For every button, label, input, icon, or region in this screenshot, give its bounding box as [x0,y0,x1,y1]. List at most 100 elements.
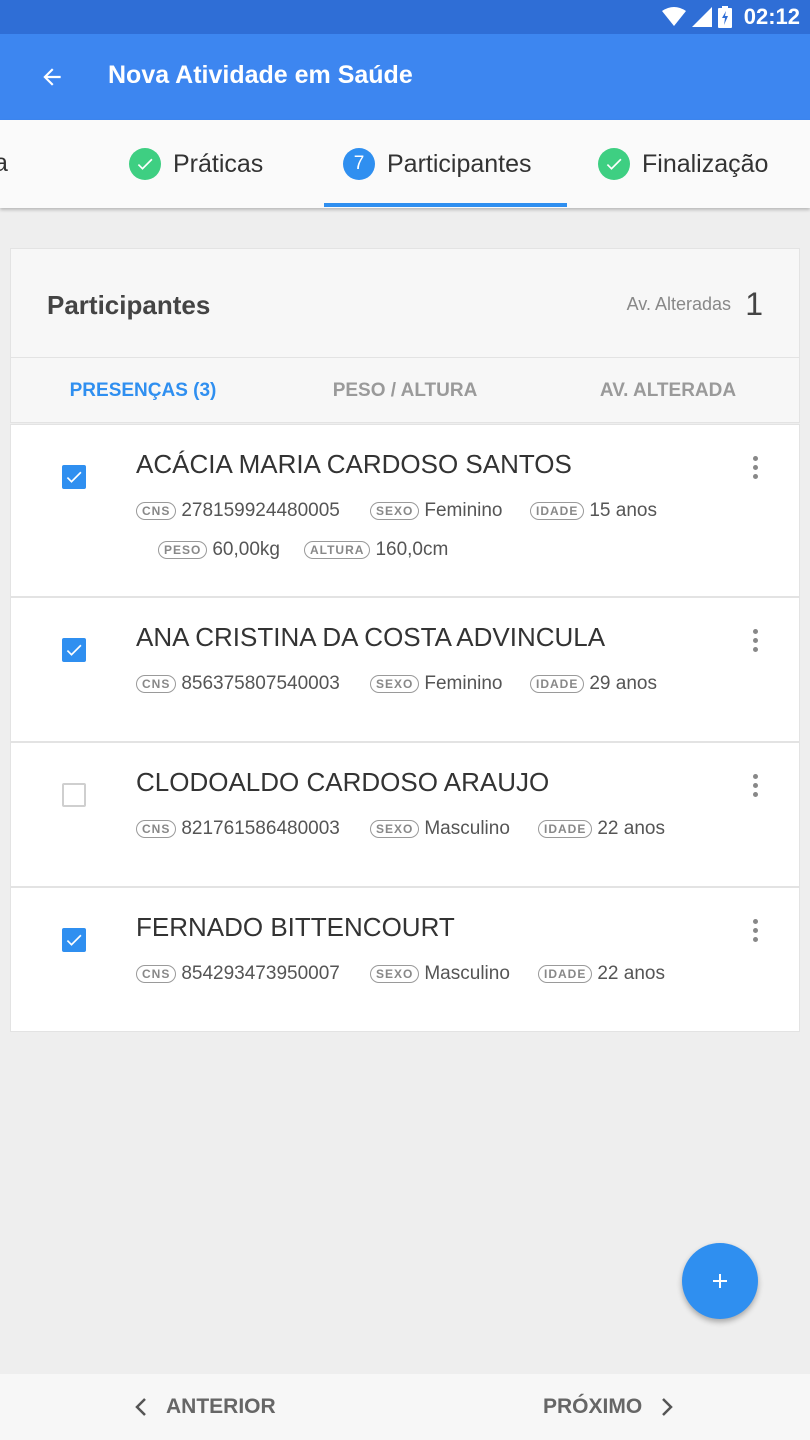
chevron-right-icon [662,1398,673,1416]
app-title: Nova Atividade em Saúde [108,61,413,89]
cns-field: CNS 278159924480005 [136,500,340,522]
presence-checkbox[interactable] [62,783,86,807]
cns-tag: CNS [136,965,177,983]
altura-value: 160,0cm [375,539,449,560]
step-partial-label[interactable]: a [0,149,8,178]
cns-value: 821761586480003 [181,818,340,839]
check-circle-icon [129,148,161,180]
more-vert-icon[interactable] [743,912,767,948]
tab-presencas[interactable]: PRESENÇAS (3) [11,358,275,424]
step-participantes[interactable]: 7 Participantes [343,120,532,208]
cns-tag: CNS [136,820,177,838]
cns-value: 854293473950007 [181,963,340,984]
sexo-tag: SEXO [370,965,420,983]
more-vert-icon[interactable] [743,622,767,658]
sexo-tag: SEXO [370,820,420,838]
signal-icon [691,7,712,27]
idade-value: 29 anos [589,673,657,694]
sexo-field: SEXO Masculino [370,818,510,840]
bottom-navigation: ANTERIOR PRÓXIMO [0,1374,810,1440]
status-bar: 02:12 [0,0,810,34]
sexo-value: Feminino [424,500,503,521]
tabs: PRESENÇAS (3) PESO / ALTURA AV. ALTERADA [10,357,800,423]
step-number: 7 [343,148,375,180]
idade-field: IDADE 22 anos [538,963,665,985]
more-vert-icon[interactable] [743,767,767,803]
participants-card-header: Participantes Av. Alteradas 1 [10,248,800,358]
idade-value: 22 anos [597,963,665,984]
step-label: Práticas [173,149,264,178]
idade-tag: IDADE [538,965,593,983]
check-icon [66,644,82,656]
sexo-value: Masculino [424,963,510,984]
presence-checkbox[interactable] [62,928,86,952]
idade-tag: IDADE [530,502,585,520]
previous-button[interactable]: ANTERIOR [134,1374,276,1440]
altura-tag: ALTURA [304,541,371,559]
participant-row[interactable]: ANA CRISTINA DA COSTA ADVINCULA CNS 85637… [10,597,800,742]
status-time: 02:12 [743,4,800,29]
idade-value: 15 anos [589,500,657,521]
idade-field: IDADE 29 anos [530,673,657,695]
idade-field: IDADE 15 anos [530,500,657,522]
add-participant-button[interactable] [682,1243,758,1319]
chevron-left-icon [135,1398,146,1416]
peso-tag: PESO [158,541,208,559]
sexo-field: SEXO Masculino [370,963,510,985]
cns-value: 856375807540003 [181,673,340,694]
active-step-indicator [324,203,567,207]
participant-row[interactable]: FERNADO BITTENCOURT CNS 854293473950007 S… [10,887,800,1032]
app-bar: Nova Atividade em Saúde [0,34,810,120]
sexo-tag: SEXO [370,675,420,693]
cns-value: 278159924480005 [181,500,340,521]
step-praticas[interactable]: Práticas [129,120,263,208]
presence-checkbox[interactable] [62,465,86,489]
cns-tag: CNS [136,502,177,520]
sexo-field: SEXO Feminino [370,673,503,695]
card-title: Participantes [47,290,211,320]
check-icon [66,471,82,483]
peso-value: 60,00kg [212,539,280,560]
peso-field: PESO 60,00kg [158,539,280,561]
participant-name: CLODOALDO CARDOSO ARAUJO [136,767,550,797]
stepper: a Práticas 7 Participantes Finalização [0,120,810,208]
wifi-icon [661,7,686,26]
participant-name: ACÁCIA MARIA CARDOSO SANTOS [136,449,572,479]
cns-field: CNS 821761586480003 [136,818,340,840]
idade-tag: IDADE [538,820,593,838]
cns-tag: CNS [136,675,177,693]
check-circle-icon [598,148,630,180]
tab-av-alterada[interactable]: AV. ALTERADA [536,358,800,424]
sexo-field: SEXO Feminino [370,500,503,522]
participant-name: ANA CRISTINA DA COSTA ADVINCULA [136,622,606,652]
tab-peso-altura[interactable]: PESO / ALTURA [273,358,537,424]
check-icon [66,934,82,946]
cns-field: CNS 854293473950007 [136,963,340,985]
cns-field: CNS 856375807540003 [136,673,340,695]
next-label: PRÓXIMO [543,1395,643,1418]
more-vert-icon[interactable] [743,449,767,485]
plus-icon [713,1274,727,1288]
participant-row[interactable]: CLODOALDO CARDOSO ARAUJO CNS 821761586480… [10,742,800,887]
battery-icon [717,6,732,28]
altered-count: 1 [745,286,763,322]
altura-field: ALTURA 160,0cm [304,539,448,561]
step-label: Finalização [642,149,769,178]
arrow-back-icon [43,68,61,86]
idade-tag: IDADE [530,675,585,693]
next-button[interactable]: PRÓXIMO [543,1374,674,1440]
previous-label: ANTERIOR [166,1395,276,1418]
idade-value: 22 anos [597,818,665,839]
back-button[interactable] [30,55,74,99]
participant-name: FERNADO BITTENCOURT [136,912,455,942]
sexo-value: Feminino [424,673,503,694]
altered-label: Av. Alteradas [626,294,731,314]
sexo-value: Masculino [424,818,510,839]
status-icons: 02:12 [661,0,800,34]
presence-checkbox[interactable] [62,638,86,662]
sexo-tag: SEXO [370,502,420,520]
step-label: Participantes [387,149,532,178]
participant-row[interactable]: ACÁCIA MARIA CARDOSO SANTOS CNS 278159924… [10,424,800,597]
step-finalizacao[interactable]: Finalização [598,120,768,208]
idade-field: IDADE 22 anos [538,818,665,840]
